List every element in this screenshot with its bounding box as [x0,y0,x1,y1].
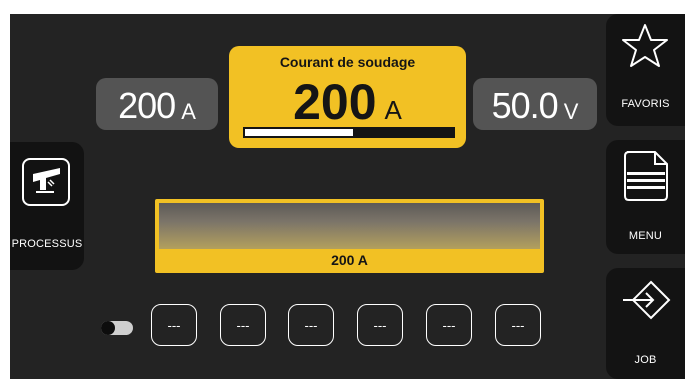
left-value: 200 [118,85,176,126]
welding-graph: 200 A [155,199,544,273]
center-unit: A [384,95,402,125]
left-unit: A [181,99,196,124]
center-value: 200 [293,74,377,130]
menu-label: MENU [628,230,663,242]
memory-slot-4[interactable]: --- [357,304,403,346]
favorites-label: FAVORIS [621,98,670,110]
graph-label: 200 A [331,252,368,268]
memory-slot-1[interactable]: --- [151,304,197,346]
memory-slot-3[interactable]: --- [288,304,334,346]
job-diamond-arrow-icon [623,280,671,320]
center-value-row: 200 A [229,76,466,128]
welding-current-panel[interactable]: Courant de soudage 200 A [229,46,466,148]
torch-icon [22,158,70,206]
memory-toggle[interactable] [101,321,133,335]
job-button[interactable]: JOB [606,268,685,379]
right-unit: V [563,99,579,124]
wire-current-display[interactable]: 200 A [96,78,218,130]
process-button[interactable]: PROCESSUS [10,142,84,270]
center-title: Courant de soudage [279,54,416,70]
memory-slot-6[interactable]: --- [495,304,541,346]
memory-slot-2[interactable]: --- [220,304,266,346]
favorites-button[interactable]: FAVORIS [606,14,685,126]
graph-area [159,203,540,249]
job-label: JOB [634,354,657,366]
document-menu-icon [624,151,668,201]
star-icon [622,24,668,67]
toggle-knob [101,321,115,335]
right-value: 50.0 [491,85,559,126]
current-level-bar [243,127,455,138]
process-label: PROCESSUS [11,238,83,250]
voltage-display[interactable]: 50.0 V [473,78,597,130]
menu-button[interactable]: MENU [606,140,685,254]
memory-slot-5[interactable]: --- [426,304,472,346]
current-level-fill [245,129,354,136]
welder-screen: PROCESSUS 200 A Courant de soudage 200 A … [10,14,685,379]
